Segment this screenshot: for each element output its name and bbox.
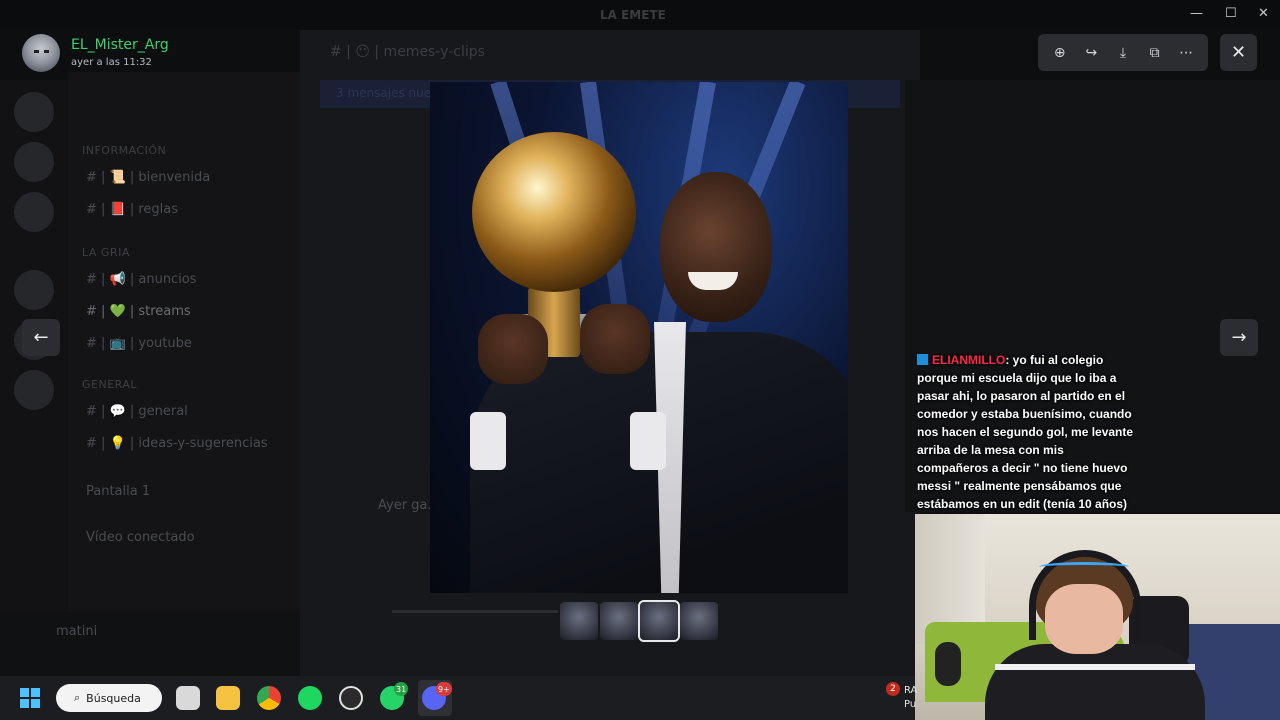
- channel-item[interactable]: # | 📢 | anuncios: [86, 272, 197, 287]
- file-explorer-icon[interactable]: [216, 686, 240, 710]
- server-icon[interactable]: [14, 92, 54, 132]
- search-label: Búsqueda: [86, 691, 141, 705]
- viewer-toolbar: ⊕ ↪ ⤓ ⧉ ⋯: [1038, 34, 1208, 71]
- microphone-icon: [935, 642, 961, 686]
- window-close-button[interactable]: ✕: [1258, 6, 1269, 21]
- stream-chat-message: ELIANMILLO: yo fui al colegio porque mi …: [917, 351, 1135, 513]
- voice-status: Vídeo conectado: [86, 530, 195, 545]
- category-label: INFORMACIÓN: [82, 144, 167, 157]
- channel-item[interactable]: # | 💡 | ideas-y-sugerencias: [86, 436, 268, 451]
- gallery-progress: [392, 610, 558, 613]
- taskbar-search[interactable]: ⌕ Búsqueda: [56, 684, 162, 712]
- server-icon[interactable]: [14, 270, 54, 310]
- tray-notification-badge: 2: [886, 682, 900, 696]
- upload-timestamp: ayer a las 11:32: [71, 57, 152, 68]
- thumbnail[interactable]: [600, 602, 638, 640]
- channel-sidebar: INFORMACIÓN # | 📜 | bienvenida # | 📕 | r…: [68, 72, 300, 680]
- chat-text: : yo fui al colegio porque mi escuela di…: [917, 353, 1134, 511]
- minimize-button[interactable]: —: [1190, 6, 1203, 21]
- voice-channel[interactable]: Pantalla 1: [86, 484, 150, 499]
- channel-item[interactable]: # | 📺 | youtube: [86, 336, 192, 351]
- channel-item[interactable]: # | 📜 | bienvenida: [86, 170, 210, 185]
- windows-start-icon[interactable]: [20, 688, 40, 708]
- window-title: LA EMETE: [600, 8, 666, 22]
- task-view-icon[interactable]: [176, 686, 200, 710]
- forward-icon[interactable]: ↪: [1078, 40, 1104, 66]
- user-name: matini: [56, 624, 98, 639]
- screen: LA EMETE — ☐ ✕ INFORMACIÓN # | 📜 | bienv…: [0, 0, 1280, 720]
- more-icon[interactable]: ⋯: [1173, 40, 1199, 66]
- zoom-icon[interactable]: ⊕: [1047, 40, 1073, 66]
- spotify-icon[interactable]: [298, 686, 322, 710]
- server-icon[interactable]: [14, 142, 54, 182]
- window-titlebar: LA EMETE — ☐ ✕: [0, 0, 1280, 30]
- open-external-icon[interactable]: ⧉: [1142, 40, 1168, 66]
- uploader-name[interactable]: EL_Mister_Arg: [71, 37, 169, 53]
- discord-badge: 9+: [436, 682, 452, 696]
- thumbnail-active[interactable]: [638, 600, 680, 642]
- download-icon[interactable]: ⤓: [1110, 40, 1136, 66]
- tray-widget[interactable]: RA Pu: [904, 684, 917, 712]
- thumbnail[interactable]: [680, 602, 718, 640]
- next-image-button[interactable]: →: [1220, 319, 1258, 356]
- maximize-button[interactable]: ☐: [1225, 6, 1237, 21]
- channel-item[interactable]: # | 💬 | general: [86, 404, 188, 419]
- server-icon[interactable]: [14, 192, 54, 232]
- uploader-avatar[interactable]: [22, 34, 60, 72]
- channel-heading: # | 😶 | memes-y-clips: [330, 44, 485, 60]
- viewer-close-button[interactable]: ✕: [1220, 34, 1257, 71]
- thumbnail[interactable]: [560, 602, 598, 640]
- trophy: [472, 132, 636, 292]
- chat-username: ELIANMILLO: [932, 353, 1006, 367]
- obs-icon[interactable]: [339, 686, 363, 710]
- thumbnail-strip: [560, 600, 718, 642]
- viewed-image: [430, 82, 848, 593]
- category-label: LA GRIA: [82, 246, 130, 259]
- chat-badge-icon: [917, 354, 928, 365]
- search-icon: ⌕: [74, 691, 81, 704]
- user-panel: matini: [0, 612, 300, 676]
- channel-item[interactable]: # | 📕 | reglas: [86, 202, 178, 217]
- server-rail: [0, 80, 68, 680]
- chrome-icon[interactable]: [257, 686, 281, 710]
- webcam-feed: [915, 514, 1280, 720]
- previous-image-button[interactable]: ←: [22, 319, 60, 356]
- tray-line: RA: [904, 685, 918, 696]
- channel-item-active[interactable]: # | 💚 | streams: [86, 304, 191, 319]
- tray-line: Pu: [904, 699, 917, 710]
- category-label: GENERAL: [82, 378, 138, 391]
- server-icon[interactable]: [14, 370, 54, 410]
